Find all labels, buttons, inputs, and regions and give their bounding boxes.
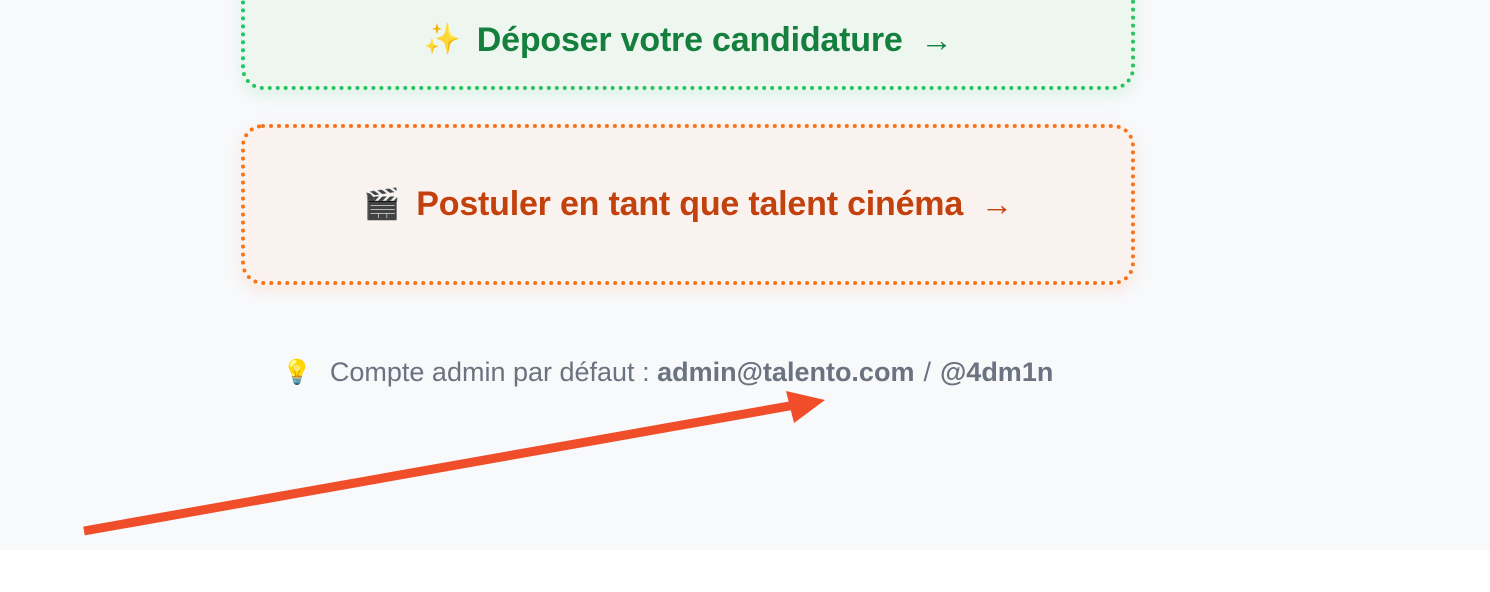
apply-button-content: ✨ Déposer votre candidature → (424, 21, 953, 60)
cinema-talent-button-content: 🎬 Postuler en tant que talent cinéma → (363, 185, 1013, 224)
admin-password: @4dm1n (939, 356, 1054, 387)
clapperboard-icon: 🎬 (363, 187, 401, 221)
lightbulb-icon: 💡 (282, 358, 312, 386)
admin-email: admin@talento.com (657, 356, 915, 387)
apply-button[interactable]: ✨ Déposer votre candidature → (241, 0, 1135, 90)
arrow-right-icon: → (981, 186, 1013, 222)
content-area: ✨ Déposer votre candidature → 🎬 Postuler… (0, 0, 1490, 550)
arrow-right-icon: → (920, 21, 953, 58)
hint-prefix: Compte admin par défaut : (329, 356, 650, 387)
sparkles-icon: ✨ (423, 23, 461, 56)
apply-button-label: Déposer votre candidature (476, 20, 903, 59)
cinema-talent-button-label: Postuler en tant que talent cinéma (416, 185, 964, 223)
page: ✨ Déposer votre candidature → 🎬 Postuler… (0, 0, 1490, 592)
hint-separator: / (923, 356, 931, 387)
cinema-talent-button[interactable]: 🎬 Postuler en tant que talent cinéma → (241, 124, 1135, 285)
default-admin-hint: 💡 Compte admin par défaut : admin@talent… (282, 352, 1053, 392)
